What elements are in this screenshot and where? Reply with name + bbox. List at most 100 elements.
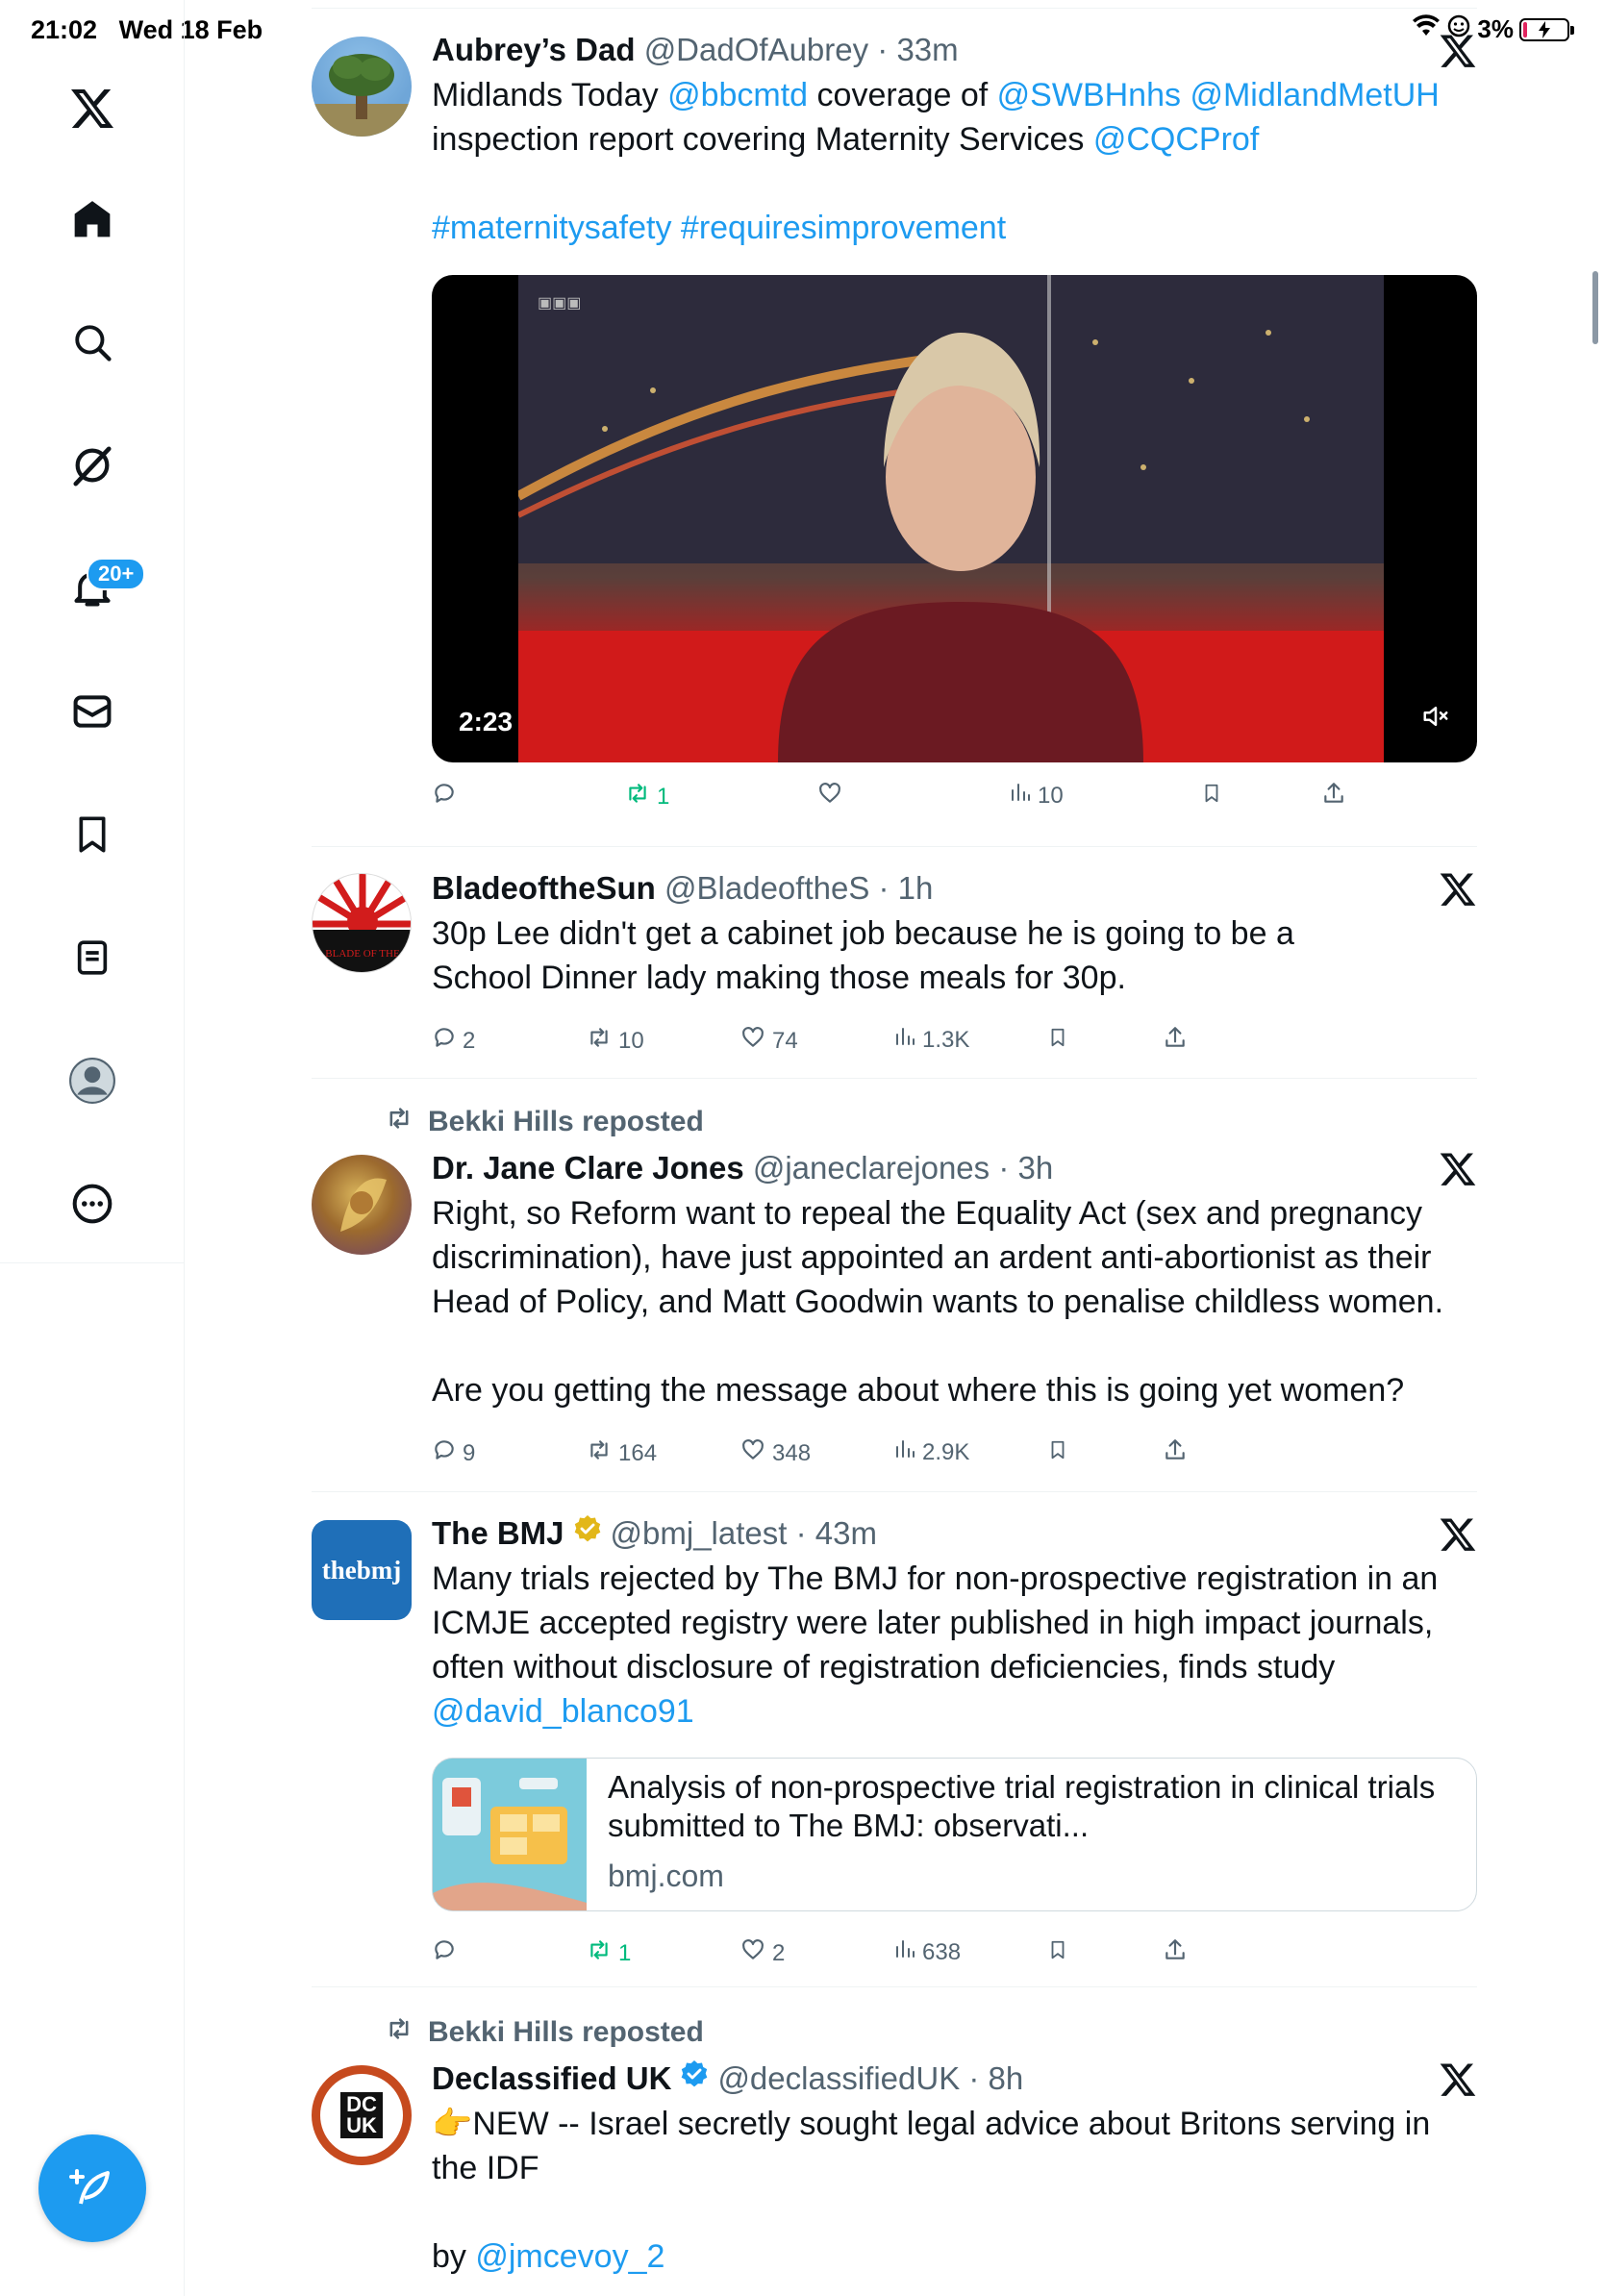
x-mark-icon[interactable] — [1439, 1151, 1477, 1189]
like-button[interactable]: 348 — [739, 1437, 811, 1469]
tweet-text-segment: inspection report covering Maternity Ser… — [432, 121, 1093, 158]
views-chart-icon — [893, 1025, 916, 1055]
reply-button[interactable] — [432, 1937, 463, 1969]
author-handle[interactable]: @bmj_latest — [611, 1515, 788, 1551]
reply-button[interactable]: 2 — [432, 1025, 475, 1057]
video-player[interactable]: ▣▣▣ 2:23 — [432, 275, 1477, 762]
avatar[interactable] — [312, 1155, 412, 1255]
scrollbar[interactable] — [1592, 271, 1598, 344]
heart-icon — [739, 1937, 766, 1969]
tweet-actions: 1 2 638 — [432, 1937, 1355, 1976]
x-mark-icon[interactable] — [1439, 871, 1477, 910]
retweet-button[interactable]: 10 — [586, 1025, 644, 1057]
grok-icon[interactable] — [62, 435, 123, 496]
mention-link[interactable]: @bbcmtd — [667, 77, 808, 113]
mention-link[interactable]: @MidlandMetUH — [1190, 77, 1439, 113]
x-mark-icon[interactable] — [1439, 1516, 1477, 1555]
mute-icon[interactable] — [1421, 702, 1450, 736]
bookmark-button[interactable] — [1047, 1025, 1068, 1057]
author-name[interactable]: Declassified UK — [432, 2058, 671, 2100]
tweet-text: Right, so Reform want to repeal the Equa… — [432, 1195, 1444, 1320]
timestamp[interactable]: 1h — [898, 870, 934, 906]
bookmark-button[interactable] — [1047, 1437, 1068, 1469]
bookmarks-icon[interactable] — [62, 804, 123, 865]
x-mark-icon[interactable] — [1439, 33, 1477, 71]
profile-avatar-icon[interactable] — [62, 1050, 123, 1111]
x-logo-icon[interactable] — [62, 79, 123, 140]
timestamp[interactable]: 43m — [815, 1515, 877, 1551]
mention-link[interactable]: @CQCProf — [1093, 121, 1259, 158]
mention-link[interactable]: @jmcevoy_2 — [475, 2238, 664, 2275]
reply-button[interactable]: 9 — [432, 1437, 475, 1469]
timestamp[interactable]: 3h — [1017, 1150, 1053, 1185]
search-icon[interactable] — [62, 312, 123, 373]
mention-link[interactable]: @david_blanco91 — [432, 1689, 1477, 1734]
avatar[interactable]: BLADE OF THE — [312, 873, 412, 973]
author-handle[interactable]: @janeclarejones — [753, 1150, 990, 1185]
tweet-text-segment — [671, 210, 680, 246]
heart-icon — [816, 781, 843, 812]
avatar[interactable]: DC UK — [312, 2065, 412, 2165]
tweet-header: Dr. Jane Clare Jones @janeclarejones · 3… — [432, 1150, 1054, 1185]
views-button[interactable]: 2.9K — [893, 1437, 969, 1467]
tweet-text-segment: coverage of — [808, 77, 997, 113]
avatar[interactable] — [312, 37, 412, 137]
x-mark-icon[interactable] — [1439, 2061, 1477, 2100]
link-preview-card[interactable]: Analysis of non-prospective trial regist… — [432, 1758, 1477, 1911]
heart-icon — [739, 1025, 766, 1057]
link-preview-thumbnail — [433, 1759, 587, 1910]
bookmark-icon — [1201, 781, 1222, 812]
lists-icon[interactable] — [62, 927, 123, 988]
retweet-button[interactable]: 164 — [586, 1437, 657, 1469]
bookmark-button[interactable] — [1201, 781, 1222, 812]
compose-post-button[interactable] — [38, 2134, 146, 2242]
author-handle[interactable]: @DadOfAubrey — [644, 32, 868, 67]
tweet-byline: by @jmcevoy_2 — [432, 2238, 665, 2275]
tweet-text: 30p Lee didn't get a cabinet job because… — [432, 915, 1294, 996]
author-name[interactable]: BladeoftheSun — [432, 870, 656, 906]
bookmark-button[interactable] — [1047, 1937, 1068, 1969]
author-name[interactable]: The BMJ — [432, 1512, 564, 1555]
bookmark-icon — [1047, 1937, 1068, 1969]
tweet-text: 👉NEW -- Israel secretly sought legal adv… — [432, 2106, 1431, 2186]
mention-link[interactable]: #requiresimprovement — [681, 210, 1006, 246]
sidebar-divider — [0, 1262, 185, 1263]
timestamp[interactable]: 33m — [896, 32, 958, 67]
verified-blue-badge-icon — [679, 2058, 710, 2100]
share-button[interactable] — [1163, 1437, 1188, 1469]
heart-icon — [739, 1437, 766, 1469]
views-button[interactable]: 10 — [1009, 781, 1064, 811]
tweet-divider — [312, 846, 1477, 847]
share-button[interactable] — [1163, 1025, 1188, 1057]
messages-envelope-icon[interactable] — [62, 681, 123, 742]
retweet-button[interactable]: 1 — [624, 781, 669, 812]
reply-button[interactable] — [432, 781, 463, 812]
tweet-header: Aubrey’s Dad @DadOfAubrey · 33m — [432, 32, 959, 67]
share-button[interactable] — [1163, 1937, 1188, 1969]
timestamp[interactable]: 8h — [989, 2060, 1024, 2096]
mention-link[interactable]: #maternitysafety — [432, 210, 671, 246]
share-button[interactable] — [1321, 781, 1346, 812]
retweet-icon — [384, 1105, 414, 1139]
like-button[interactable]: 74 — [739, 1025, 798, 1057]
tweet-divider — [312, 1986, 1477, 1987]
mention-link[interactable]: @SWBHnhs — [997, 77, 1181, 113]
retweet-button[interactable]: 1 — [586, 1937, 631, 1969]
like-button[interactable]: 2 — [739, 1937, 785, 1969]
retweet-icon — [384, 2015, 414, 2050]
notifications-badge: 20+ — [87, 558, 146, 590]
author-handle[interactable]: @declassifiedUK — [717, 2060, 960, 2096]
feather-plus-icon — [69, 2169, 110, 2205]
author-name[interactable]: Dr. Jane Clare Jones — [432, 1150, 744, 1185]
home-icon[interactable] — [62, 188, 123, 250]
reply-icon — [432, 1937, 457, 1969]
retweet-icon — [586, 1437, 613, 1469]
views-button[interactable]: 638 — [893, 1937, 961, 1967]
more-options-icon[interactable] — [62, 1173, 123, 1235]
author-handle[interactable]: @BladeoftheS — [664, 870, 869, 906]
repost-indicator: Bekki Hills reposted — [384, 2015, 704, 2050]
author-name[interactable]: Aubrey’s Dad — [432, 32, 636, 67]
views-button[interactable]: 1.3K — [893, 1025, 969, 1055]
like-button[interactable] — [816, 781, 849, 812]
avatar[interactable]: thebmj — [312, 1520, 412, 1620]
